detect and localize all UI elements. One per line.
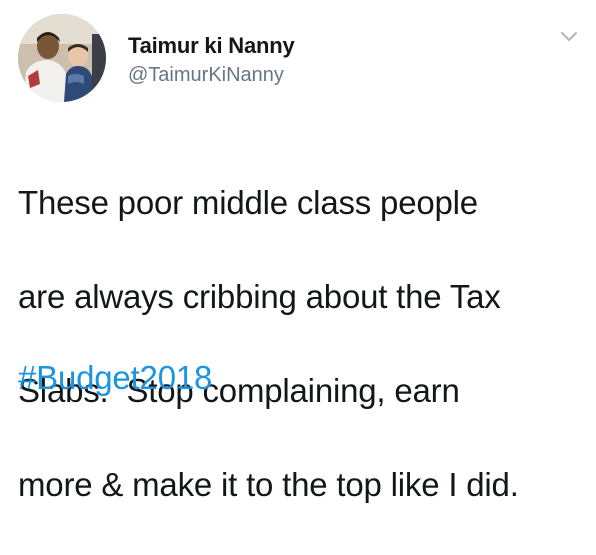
user-handle[interactable]: @TaimurKiNanny (128, 64, 284, 87)
tweet-text-line: These poor middle class people (18, 184, 478, 221)
tweet-text-line: are always cribbing about the Tax (18, 278, 501, 315)
profile-photo-icon (18, 14, 106, 102)
tweet-text-line: more & make it to the top like I did. (18, 466, 519, 503)
avatar[interactable] (18, 14, 106, 102)
tweet-text: These poor middle class people are alway… (18, 132, 590, 555)
tweet-menu-button[interactable] (556, 28, 582, 46)
chevron-down-icon (561, 32, 577, 41)
display-name[interactable]: Taimur ki Nanny (128, 33, 295, 59)
hashtag-link[interactable]: #Budget2018 (18, 358, 212, 398)
tweet-card: Taimur ki Nanny @TaimurKiNanny These poo… (0, 0, 596, 503)
